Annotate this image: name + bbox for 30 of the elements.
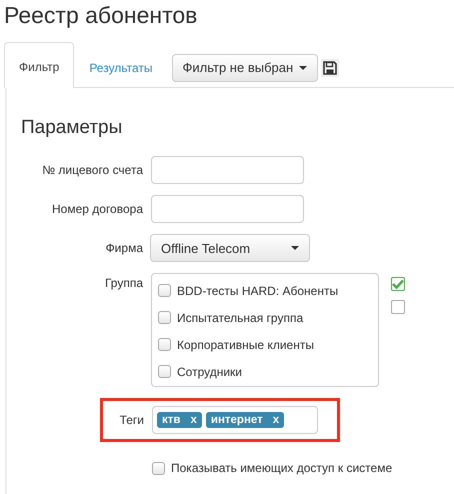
filter-dropdown[interactable]: Фильтр не выбран: [172, 54, 318, 82]
tags-field[interactable]: ктв x интернет x: [152, 406, 318, 434]
page-title: Реестр абонентов: [4, 2, 198, 30]
field-label: Теги: [120, 413, 144, 427]
remove-tag-button[interactable]: x: [190, 414, 197, 426]
checkbox[interactable]: [152, 462, 165, 474]
field-label: Номер договора: [52, 202, 143, 216]
save-icon[interactable]: [321, 58, 340, 76]
input-field[interactable]: [151, 156, 304, 184]
checkbox[interactable]: [391, 300, 405, 314]
remove-tag-button[interactable]: x: [272, 414, 280, 426]
checkbox-label[interactable]: BDD-тесты HARD: Абоненты: [177, 284, 338, 298]
tab[interactable]: Фильтр: [4, 42, 74, 88]
input-field[interactable]: [151, 195, 304, 223]
section-title: Параметры: [21, 116, 124, 140]
checkbox[interactable]: [158, 338, 171, 351]
tag-label: ктв: [162, 414, 180, 426]
field-label: Фирма: [106, 241, 143, 255]
checkbox[interactable]: [158, 311, 171, 324]
company-dropdown[interactable]: Offline Telecom: [150, 234, 310, 262]
checkbox-label[interactable]: Сотрудники: [177, 364, 242, 378]
checkbox[interactable]: [158, 365, 171, 378]
field-label: Группа: [104, 276, 143, 290]
checkbox[interactable]: [158, 284, 171, 297]
tag-label: интернет: [210, 414, 263, 426]
checkbox-label[interactable]: Корпоративные клиенты: [177, 338, 314, 352]
field-label: № лицевого счета: [42, 163, 143, 177]
checkbox-label[interactable]: Показывать имеющих доступ к системе: [171, 461, 392, 475]
checkbox-label[interactable]: Испытательная группа: [177, 310, 304, 324]
checkbox[interactable]: [391, 277, 405, 291]
